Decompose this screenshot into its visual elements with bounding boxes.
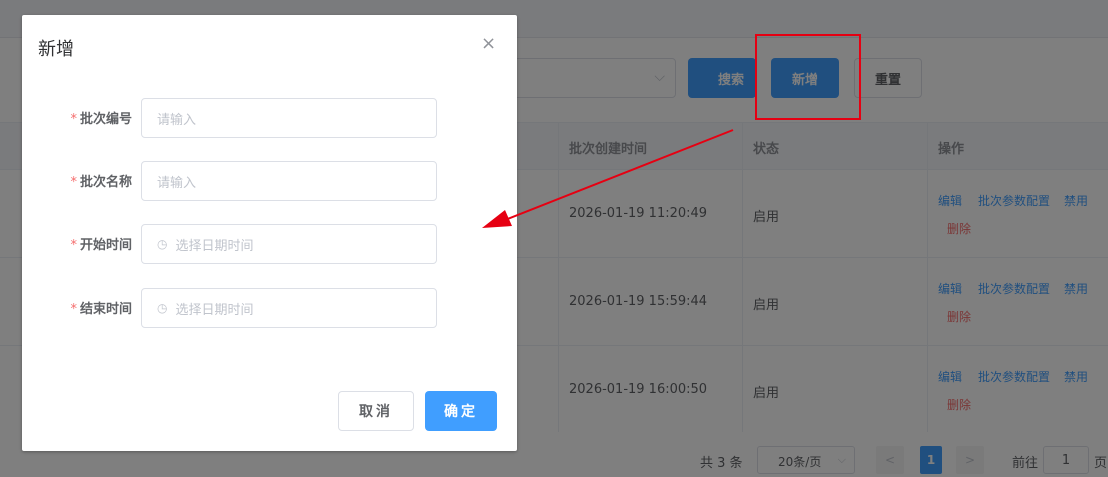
arrow-line [499,129,734,223]
annotation-arrow [482,129,734,228]
arrow-head [482,210,512,228]
